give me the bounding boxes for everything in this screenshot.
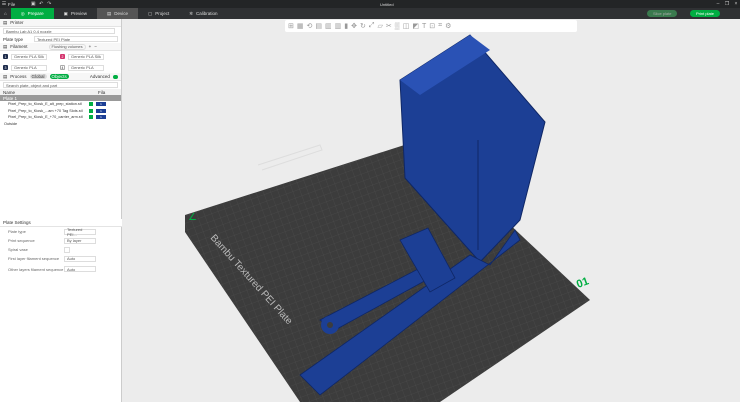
printer-icon: ▤ (3, 19, 8, 25)
advanced-switch[interactable] (112, 74, 118, 79)
prepare-icon: ◎ (20, 10, 25, 16)
main-tabs: ⌂ ◎ Prepare ▣ Preview ▤ Device ▢ Project ✲ Ca… (0, 8, 740, 19)
other-layers-sequence-field[interactable]: Auto (64, 266, 96, 272)
print-sequence-field[interactable]: By layer (64, 237, 96, 244)
print-plate-button[interactable]: Print plate (690, 10, 721, 17)
plate-type-field[interactable]: Textured PEI... (64, 227, 96, 237)
filament-select[interactable]: Generic PLA Silk (68, 53, 104, 60)
global-toggle[interactable]: Global (29, 74, 47, 79)
undo-icon[interactable]: ↶ (37, 1, 45, 7)
process-section: ▤ Process Global Objects Advanced (0, 73, 121, 81)
objects-toggle[interactable]: Objects (49, 74, 69, 79)
save-icon[interactable]: ▣ (29, 1, 37, 7)
filament-slot-2[interactable]: 2 (60, 54, 65, 59)
first-layer-sequence-field[interactable]: Auto (64, 255, 96, 262)
visible-checkbox[interactable] (89, 102, 93, 107)
slice-plate-button[interactable]: Slice plate (647, 10, 678, 17)
minimize-icon[interactable]: – (714, 1, 722, 7)
process-icon: ▤ (3, 73, 8, 79)
3d-viewport[interactable]: Bambu Textured PEI Plate 01 ∠ (122, 19, 740, 402)
outside-row[interactable]: Outside (0, 121, 121, 128)
filament-badge[interactable]: 1 (96, 115, 106, 120)
close-icon[interactable]: × (732, 1, 740, 7)
project-icon: ▢ (147, 10, 153, 16)
filament-select[interactable]: Generic PLA Silk (11, 53, 47, 60)
add-filament-icon[interactable]: + (89, 44, 92, 49)
filament-select[interactable]: Generic PLA (11, 64, 47, 71)
filament-slot-1[interactable]: 1 (3, 54, 8, 59)
printer-select[interactable]: Bambu Lab A1 0.4 nozzle (3, 28, 115, 34)
filament-badge[interactable]: 1 (96, 108, 106, 113)
flushing-volumes-button[interactable]: Flushing volumes (48, 43, 86, 50)
filament-select[interactable]: Generic PLA (68, 64, 104, 71)
device-icon: ▤ (106, 10, 112, 16)
tab-project[interactable]: ▢ Project (138, 8, 179, 19)
spiral-vase-checkbox[interactable] (64, 246, 70, 253)
filament-slot-3[interactable]: 3 (3, 65, 8, 70)
search-input[interactable]: Search plate, object and part (3, 82, 118, 88)
printer-section: ▤ Printer (0, 19, 121, 27)
filament-badge[interactable]: 1 (96, 102, 106, 107)
filament-icon: ▤ (3, 43, 8, 49)
sidebar: ▤ Printer Bambu Lab A1 0.4 nozzle Plate t… (0, 19, 122, 402)
filament-slot-4[interactable]: 4 (60, 65, 65, 70)
home-icon[interactable]: ⌂ (0, 8, 11, 19)
tab-prepare[interactable]: ◎ Prepare (10, 8, 54, 19)
redo-icon[interactable]: ↷ (45, 1, 53, 7)
plate-type-select[interactable]: Textured PEI Plate (34, 36, 118, 42)
menu-icon[interactable]: ☰ (0, 1, 8, 7)
plate-settings: Plate Settings Plate type Textured PEI...… (0, 219, 122, 275)
axis-label: ∠ (188, 212, 197, 223)
plate-number: 01 (575, 275, 591, 290)
maximize-icon[interactable]: ❐ (723, 1, 731, 7)
visible-checkbox[interactable] (89, 108, 93, 113)
file-menu[interactable]: File (8, 2, 15, 7)
calibration-icon: ✲ (189, 10, 194, 16)
filament-section: ▤ Filament Flushing volumes + − (0, 43, 121, 51)
preview-icon: ▣ (63, 10, 68, 16)
tab-calibration[interactable]: ✲ Calibration (179, 8, 227, 19)
remove-filament-icon[interactable]: − (94, 44, 97, 49)
tab-device[interactable]: ▤ Device (96, 8, 138, 19)
visible-checkbox[interactable] (89, 115, 93, 120)
tab-preview[interactable]: ▣ Preview (54, 8, 97, 19)
plate-handle (257, 144, 323, 171)
window-title: Untitled (380, 1, 394, 7)
title-bar: ☰ File ▣ ↶ ↷ Untitled – ❐ × (0, 0, 740, 8)
